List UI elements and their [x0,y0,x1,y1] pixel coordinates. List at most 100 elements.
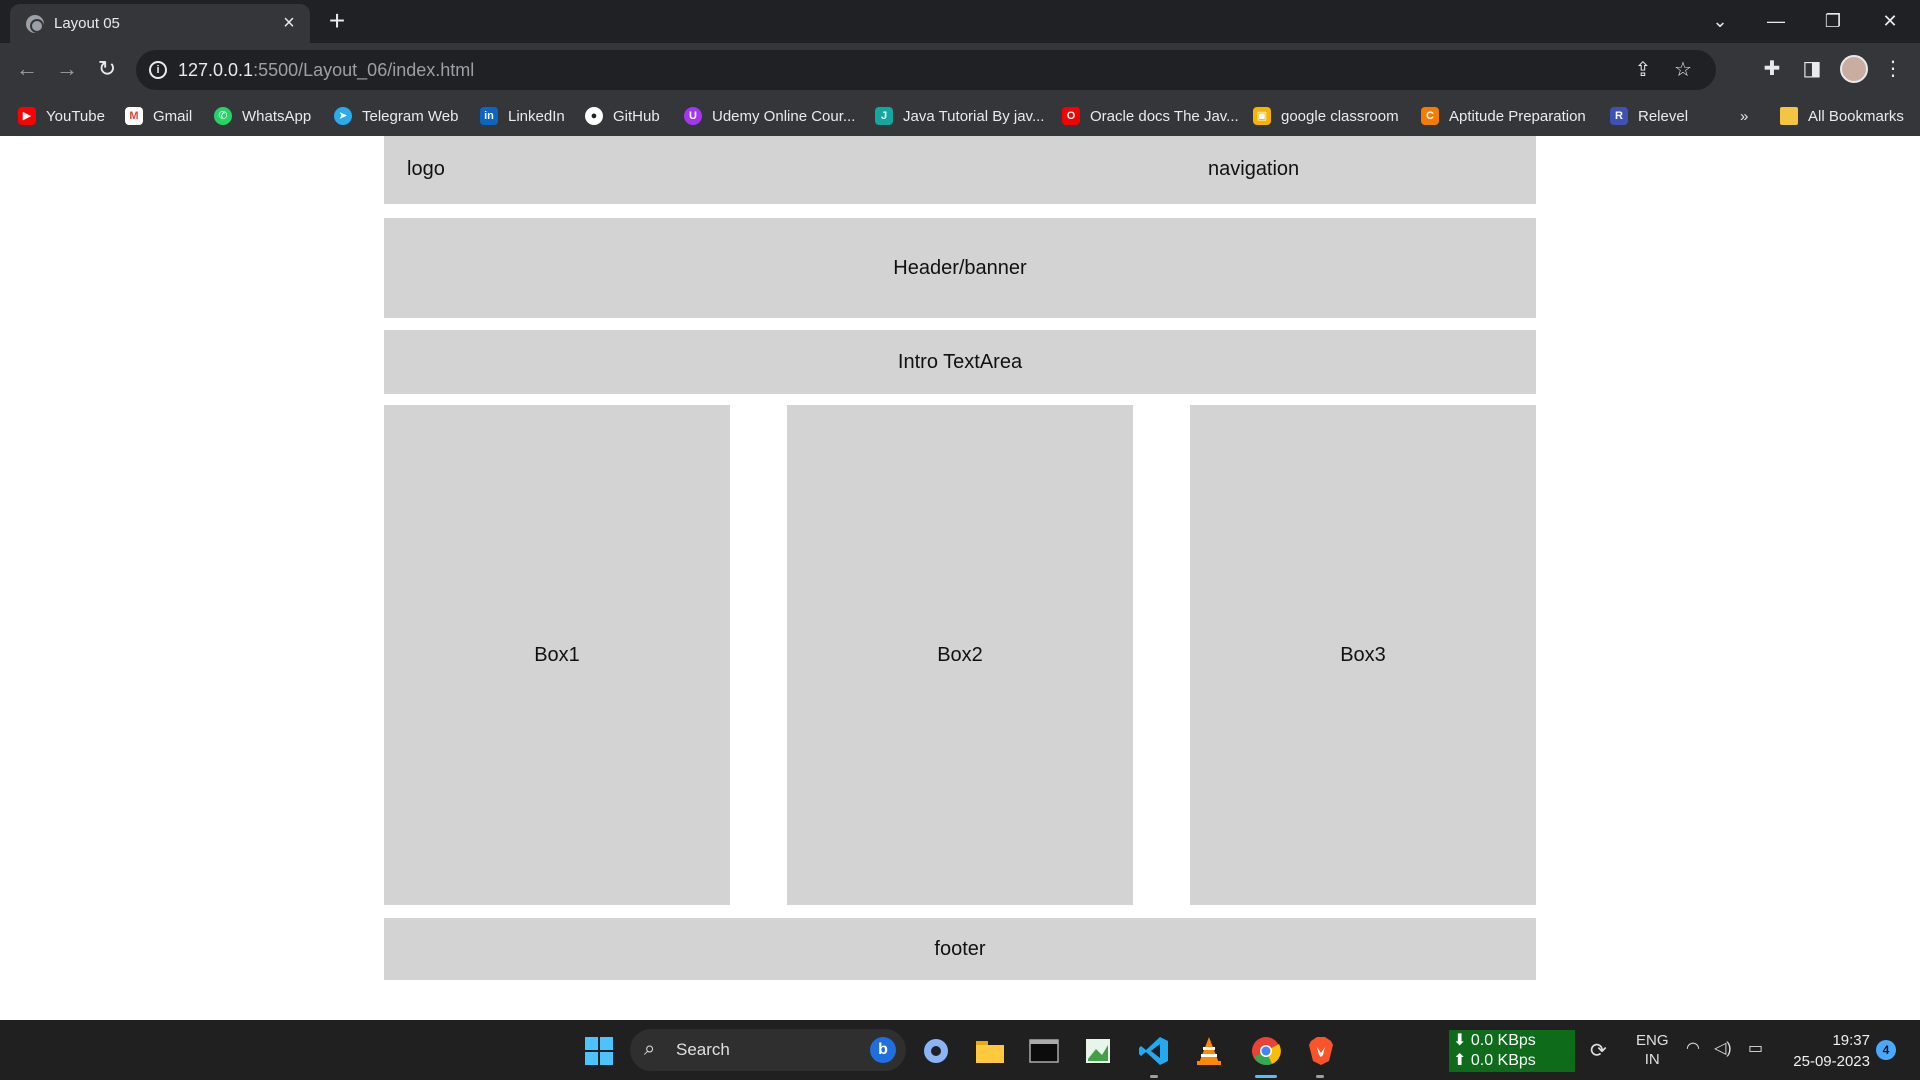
bookmark-gmail[interactable]: M Gmail [125,104,192,128]
bookmarks-overflow-button[interactable]: » [1740,104,1748,128]
brave-icon[interactable] [1305,1035,1337,1067]
language-code: ENG [1636,1032,1669,1049]
profile-avatar[interactable] [1840,55,1868,83]
bookmark-javatpoint[interactable]: J Java Tutorial By jav... [875,104,1044,128]
windows-taskbar: ⌕ Search b ⬇ 0.0 KBps ⬆ 0.0 KBps ⟳ ENG I… [0,1020,1920,1080]
logo-text: logo [407,158,445,180]
bookmark-udemy[interactable]: U Udemy Online Cour... [684,104,855,128]
chrome-active-indicator [1255,1075,1277,1078]
search-icon: ⌕ [644,1038,656,1060]
bookmarks-bar: ▶ YouTube M Gmail ✆ WhatsApp ➤ Telegram Web … [0,96,1920,136]
globe-icon [26,15,44,33]
language-region: IN [1644,1051,1660,1068]
bookmark-aptitude[interactable]: C Aptitude Preparation [1421,104,1586,128]
minimize-button[interactable]: — [1756,6,1796,36]
bookmark-youtube[interactable]: ▶ YouTube [18,104,105,128]
site-info-icon[interactable]: i [149,61,167,79]
bookmark-label: Java Tutorial By jav... [903,107,1045,125]
browser-tab-strip: Layout 05 × + ⌄ — ❐ ✕ [0,0,1920,43]
chrome-icon[interactable] [1250,1035,1282,1067]
oracle-icon: O [1062,107,1080,125]
address-bar[interactable]: i 127.0.0.1:5500/Layout_06/index.html ☆ … [136,50,1716,90]
language-indicator[interactable]: ENG IN [1636,1031,1669,1069]
system-clock[interactable]: 19:37 25-09-2023 [1786,1030,1870,1072]
restore-button[interactable]: ❐ [1813,6,1853,36]
battery-icon[interactable]: ▭ [1748,1038,1763,1058]
bookmark-relevel[interactable]: R Relevel [1610,104,1688,128]
terminal-icon[interactable] [1028,1035,1060,1067]
notification-badge[interactable]: 4 [1876,1040,1896,1060]
download-speed: ⬇ 0.0 KBps [1453,1032,1536,1049]
side-panel-icon[interactable]: ◨ [1797,54,1827,84]
box-1: Box1 [384,405,730,905]
bookmark-label: google classroom [1281,107,1399,125]
udemy-icon: U [684,107,702,125]
linkedin-icon: in [480,107,498,125]
forward-arrow-icon[interactable]: → [52,54,82,84]
bookmark-linkedin[interactable]: in LinkedIn [480,104,565,128]
footer-text: footer [934,937,986,960]
tab-search-dropdown-icon[interactable]: ⌄ [1700,6,1740,36]
close-window-button[interactable]: ✕ [1870,6,1910,36]
share-icon[interactable]: ⇪ [1631,58,1655,82]
bookmark-whatsapp[interactable]: ✆ WhatsApp [214,104,311,128]
aptitude-icon: C [1421,107,1439,125]
file-explorer-icon[interactable] [974,1035,1006,1067]
box-1-label: Box1 [534,643,580,666]
sync-icon[interactable]: ⟳ [1590,1038,1607,1063]
intro-text: Intro TextArea [897,350,1023,373]
box-2-label: Box2 [937,643,983,666]
all-bookmarks-folder[interactable]: All Bookmarks [1780,104,1904,128]
clock-time: 19:37 [1832,1032,1870,1049]
close-tab-icon[interactable]: × [278,12,300,34]
classroom-icon: ▣ [1253,107,1271,125]
network-speed-widget: ⬇ 0.0 KBps ⬆ 0.0 KBps [1449,1030,1575,1072]
github-icon: ● [585,107,603,125]
header-banner: Header/banner [384,218,1536,318]
page-viewport: logo navigation Header/banner Intro Text… [0,136,1920,1020]
header-banner-text: Header/banner [893,256,1027,279]
new-tab-button[interactable]: + [322,7,352,37]
bookmark-github[interactable]: ● GitHub [585,104,660,128]
brave-running-indicator [1316,1075,1324,1078]
bookmark-label: YouTube [46,107,105,125]
gmail-icon: M [125,107,143,125]
back-arrow-icon[interactable]: ← [12,54,42,84]
url-host: 127.0.0.1 [178,60,254,80]
taskbar-search-label: Search [676,1040,730,1059]
url-path: :5500/Layout_06/index.html [253,60,475,80]
browser-tab[interactable]: Layout 05 × [10,4,310,43]
navigation-text: navigation [1208,158,1300,180]
bookmark-star-icon[interactable]: ☆ [1671,58,1695,82]
vscode-running-indicator [1150,1075,1158,1078]
taskbar-search[interactable]: ⌕ Search b [630,1029,906,1071]
bookmark-label: GitHub [613,107,660,125]
bookmark-label: Telegram Web [362,107,459,125]
box-3: Box3 [1190,405,1536,905]
volume-icon[interactable]: ◁) [1714,1038,1732,1058]
windows-start-icon[interactable] [583,1035,615,1067]
relevel-icon: R [1610,107,1628,125]
javatpoint-icon: J [875,107,893,125]
telegram-icon: ➤ [334,107,352,125]
url-text[interactable]: 127.0.0.1:5500/Layout_06/index.html [178,60,474,81]
image-editor-icon[interactable] [1082,1035,1114,1067]
bookmark-label: Udemy Online Cour... [712,107,856,125]
footer: footer [384,918,1536,980]
settings-gear-icon[interactable] [920,1035,952,1067]
reload-icon[interactable]: ↻ [92,54,122,84]
wifi-icon[interactable]: ◠ [1686,1038,1700,1058]
youtube-icon: ▶ [18,107,36,125]
folder-icon [1780,107,1798,125]
box-3-label: Box3 [1340,643,1386,666]
bookmark-google-classroom[interactable]: ▣ google classroom [1253,104,1399,128]
extensions-puzzle-icon[interactable]: ✚ [1757,54,1787,84]
logo-navigation-bar: logo navigation [384,136,1536,204]
bookmark-oracle[interactable]: O Oracle docs The Jav... [1062,104,1239,128]
vscode-icon[interactable] [1138,1035,1170,1067]
menu-kebab-icon[interactable]: ⋮ [1878,54,1908,84]
bing-icon[interactable]: b [870,1037,896,1063]
bookmark-telegram[interactable]: ➤ Telegram Web [334,104,458,128]
vlc-icon[interactable] [1193,1035,1225,1067]
intro-textarea: Intro TextArea [384,330,1536,394]
